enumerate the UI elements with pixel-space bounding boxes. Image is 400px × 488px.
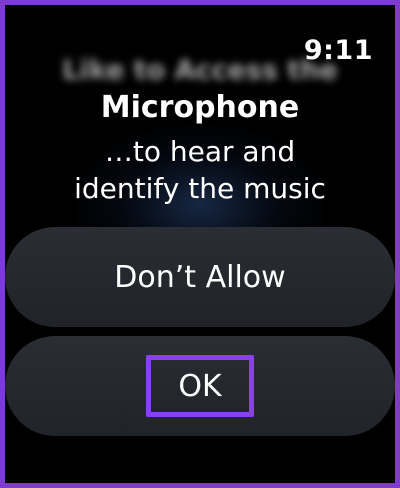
- ok-highlight-box: OK: [146, 355, 254, 417]
- watch-screen: 9:11 Like to Access the Microphone …to h…: [5, 5, 395, 483]
- alert-message-line-1: …to hear and: [104, 135, 296, 168]
- alert-message-line-2: identify the music: [74, 172, 326, 205]
- dont-allow-button-label: Don’t Allow: [114, 259, 286, 295]
- dont-allow-button[interactable]: Don’t Allow: [5, 227, 395, 327]
- ok-button-label: OK: [178, 368, 222, 404]
- ok-button[interactable]: OK: [5, 336, 395, 436]
- alert-title: Microphone: [100, 90, 300, 125]
- alert-message: …to hear and identify the music: [5, 133, 395, 207]
- screenshot-frame: 9:11 Like to Access the Microphone …to h…: [0, 0, 400, 488]
- blurred-alert-header: Like to Access the: [62, 55, 338, 86]
